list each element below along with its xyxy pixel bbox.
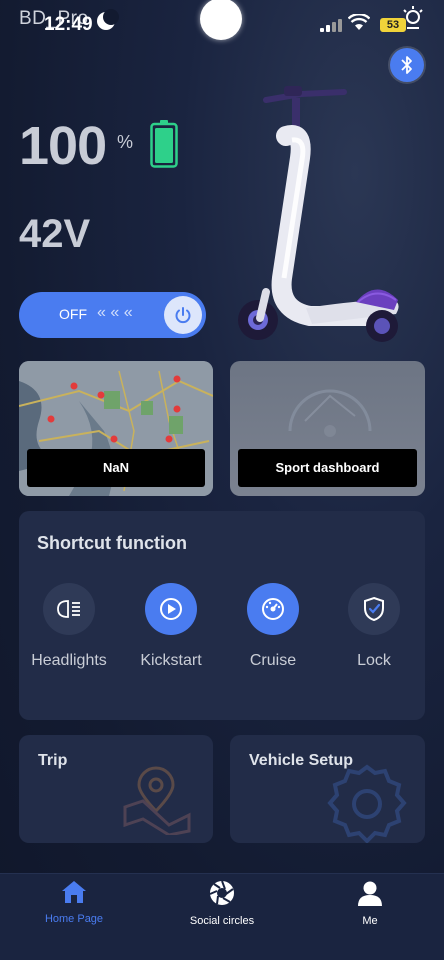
shortcut-panel: Shortcut function Headlights Kickstart C… — [19, 511, 425, 720]
bluetooth-icon — [401, 56, 412, 74]
shortcut-lock[interactable]: Lock — [329, 583, 419, 670]
headlight-button[interactable] — [43, 583, 95, 635]
tab-home[interactable]: Home Page — [19, 880, 129, 925]
wifi-icon — [348, 14, 370, 30]
trip-title: Trip — [38, 752, 68, 769]
map-card-label: NaN — [27, 449, 205, 487]
kickstart-label: Kickstart — [140, 652, 202, 669]
bluetooth-button[interactable] — [390, 48, 424, 82]
lock-label: Lock — [357, 652, 391, 669]
map-pin-icon — [123, 766, 191, 835]
power-icon — [175, 307, 191, 324]
power-state-label: OFF — [59, 306, 87, 322]
lock-button[interactable] — [348, 583, 400, 635]
kickstart-button[interactable] — [145, 583, 197, 635]
tab-social-label: Social circles — [189, 915, 255, 927]
shortcut-kickstart[interactable]: Kickstart — [126, 583, 216, 670]
voltage-value: 42V — [19, 212, 91, 256]
shortcut-cruise[interactable]: Cruise — [228, 583, 318, 670]
kickstart-icon — [160, 598, 182, 620]
power-slider[interactable]: OFF « « « — [19, 292, 206, 338]
cruise-button[interactable] — [247, 583, 299, 635]
shortcut-headlights[interactable]: Headlights — [24, 583, 114, 670]
app-screen: BD_Pro 12:49 53 100 % 42V OFF « « « NaN … — [0, 0, 444, 960]
headlights-label: Headlights — [31, 652, 107, 669]
battery-icon — [150, 120, 178, 168]
signal-icon — [320, 18, 342, 32]
aperture-icon — [209, 880, 234, 905]
tab-me-label: Me — [362, 915, 378, 927]
tab-social[interactable]: Social circles — [167, 880, 277, 927]
status-time: 12:49 — [44, 14, 93, 35]
cruise-icon — [262, 598, 284, 620]
status-bar: BD_Pro 12:49 53 — [0, 0, 444, 44]
moon-icon — [97, 9, 119, 30]
scooter-image — [238, 86, 399, 342]
battery-percent-unit: % — [117, 132, 134, 152]
sport-dashboard-card[interactable]: Sport dashboard — [230, 361, 425, 496]
vehicle-setup-card[interactable]: Vehicle Setup — [230, 735, 425, 843]
battery-percent-value: 100 — [19, 116, 107, 176]
hotspot-icon — [403, 6, 423, 29]
slide-chevrons-icon: « « « — [97, 304, 133, 321]
user-icon — [358, 881, 382, 906]
sport-dashboard-label: Sport dashboard — [238, 449, 417, 487]
trip-card[interactable]: Trip — [19, 735, 213, 843]
map-card[interactable]: NaN — [19, 361, 213, 496]
camera-indicator-icon — [200, 0, 242, 40]
tab-me[interactable]: Me — [315, 880, 425, 927]
shortcut-title: Shortcut function — [37, 533, 187, 553]
power-button[interactable] — [164, 296, 202, 334]
cruise-label: Cruise — [249, 652, 297, 669]
tab-home-label: Home Page — [44, 913, 104, 925]
lock-shield-icon — [364, 596, 384, 622]
headlight-icon — [57, 600, 80, 618]
gear-icon — [327, 764, 407, 843]
home-icon — [62, 881, 86, 903]
bottom-tab-bar: Home Page Social circles Me — [0, 873, 444, 960]
